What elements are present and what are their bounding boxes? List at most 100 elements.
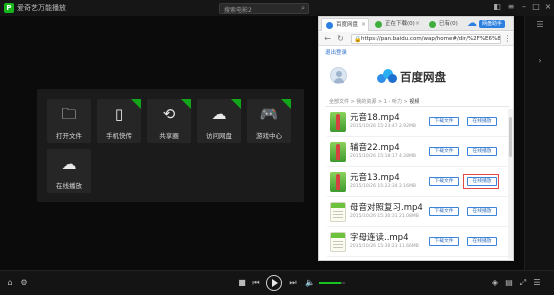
breadcrumb-item[interactable]: 全部文件 [329,99,349,105]
download-button[interactable]: 下载文件 [429,207,459,216]
3d-icon[interactable]: ◈ [490,278,500,288]
tile-phone-transfer[interactable]: ▯ 手机快传 [97,99,141,143]
play-online-button[interactable]: 在线播放 [467,147,497,156]
control-bar: ⌂ ⚙ ■ ⏮ ⏭ 🔈 ◈ ▤ ⤢ ☰ [0,270,554,295]
tile-online-play[interactable]: ☁ 在线播放 [47,149,91,193]
tab-baidu-pan[interactable]: 百度网盘 × [321,18,369,31]
tile-label: 共享圈 [159,132,179,140]
fullscreen-icon[interactable]: ⤢ [518,278,528,288]
file-meta: 2015/10/26 15:23:34 2.16MB [350,184,416,189]
new-badge-icon [131,99,141,109]
side-strip: ☰ › [524,16,554,270]
browser-menu-icon[interactable]: ⋮ [503,34,512,43]
playlist-icon[interactable]: ☰ [533,20,547,30]
side-collapse-icon[interactable]: › [533,56,547,66]
download-button[interactable]: 下载文件 [429,177,459,186]
tile-game-center[interactable]: 🎮 游戏中心 [247,99,291,143]
breadcrumb-item[interactable]: 我的资源 [356,99,376,105]
stop-icon[interactable]: ■ [237,278,247,288]
file-meta: 2015/10/26 15:30:23 11.66MB [350,244,419,249]
tab-label: 已有(0) [439,21,458,27]
tab-label: 正在下载(0) [385,21,415,27]
minimize-icon[interactable]: – [519,2,529,12]
file-name: 母音对照复习.mp4 [350,203,423,213]
tile-label: 游戏中心 [256,132,282,140]
cloud-play-icon: ☁ [61,155,77,173]
skin-icon[interactable]: ◧ [492,2,502,12]
url-text: https://pan.baidu.com/wap/home#/dir/%2F%… [361,36,501,42]
tile-cloud-drive[interactable]: ☁ 访问网盘 [197,99,241,143]
baidu-favicon-icon [326,22,333,29]
file-name: 辅音22.mp4 [350,143,400,153]
highlight-box [463,174,499,189]
volume-icon[interactable]: 🔈 [305,278,315,288]
new-badge-icon [181,99,191,109]
tab-close-icon[interactable]: × [415,18,420,30]
next-icon[interactable]: ⏭ [288,278,298,288]
iqiyi-logo-icon: P [4,3,14,13]
scrollbar[interactable] [508,109,513,259]
file-name: 字母连读..mp4 [350,233,409,243]
download-icon [375,21,382,28]
subtitle-icon[interactable]: ▤ [504,278,514,288]
breadcrumb: 全部文件 > 我的资源 > 1 - 听力 > 视频 [329,99,420,105]
url-field[interactable]: 🔒 https://pan.baidu.com/wap/home#/dir/%2… [351,34,501,44]
play-online-button[interactable]: 在线播放 [467,237,497,246]
tile-open-file[interactable]: 🗀 打开文件 [47,99,91,143]
volume-slider[interactable] [319,282,345,284]
breadcrumb-item[interactable]: 1 - 听力 [384,99,402,105]
list-icon[interactable]: ☰ [532,278,542,288]
file-name: 元音13.mp4 [350,173,400,183]
home-icon[interactable]: ⌂ [5,278,15,288]
new-badge-icon [281,99,291,109]
video-thumbnail [330,112,346,132]
baidu-pan-logo-text: 百度网盘 [400,70,446,84]
file-row[interactable]: 母音对照复习.mp4 2015/10/26 15:30:31 21.08MB 下… [327,199,513,227]
file-name: 元音18.mp4 [350,113,400,123]
tab-downloading[interactable]: 正在下载(0) × [371,18,423,31]
new-badge-icon [231,99,241,109]
file-meta: 2015/10/26 15:18:17 4.28MB [350,154,416,159]
cloud-icon: ☁ [467,18,477,29]
avatar[interactable] [330,67,347,84]
search-icon[interactable]: ⌕ [301,4,305,13]
menu-icon[interactable]: ≡ [506,2,516,12]
file-row[interactable]: 辅音22.mp4 2015/10/26 15:18:17 4.28MB 下载文件… [327,139,513,167]
download-button[interactable]: 下载文件 [429,237,459,246]
browser-popup: 百度网盘 × 正在下载(0) × 已有(0) ☁ 网盘助手 ← ↻ 🔒 http… [318,16,514,261]
download-button[interactable]: 下载文件 [429,117,459,126]
title-menu-chevron-icon[interactable]: ⌄ [58,3,63,10]
tile-label: 打开文件 [56,132,82,140]
search-input[interactable]: 搜索电影2 ⌕ [219,3,309,14]
settings-icon[interactable]: ⚙ [19,278,29,288]
tile-share-circle[interactable]: ⟲ 共享圈 [147,99,191,143]
file-meta: 2015/10/26 15:30:31 21.08MB [350,214,419,219]
logout-link[interactable]: 退出登录 [325,48,347,56]
maximize-icon[interactable]: □ [531,2,541,12]
scrollbar-thumb[interactable] [509,117,512,157]
play-button[interactable] [266,275,282,291]
tab-existing[interactable]: 已有(0) [425,18,465,31]
tab-close-icon[interactable]: × [361,19,366,31]
divider [325,106,509,107]
check-icon [429,21,436,28]
tile-label: 访问网盘 [206,132,232,140]
brand-tag: 网盘助手 [479,20,506,28]
video-thumbnail [330,202,346,222]
back-icon[interactable]: ← [323,34,332,43]
file-row[interactable]: 字母连读..mp4 2015/10/26 15:30:23 11.66MB 下载… [327,229,513,257]
breadcrumb-current: 视频 [409,99,420,105]
address-bar: ← ↻ 🔒 https://pan.baidu.com/wap/home#/di… [319,32,513,46]
folder-icon: 🗀 [61,105,77,123]
video-thumbnail [330,142,346,162]
file-row[interactable]: 元音18.mp4 2015/10/26 15:23:47 2.92MB 下载文件… [327,109,513,137]
play-online-button[interactable]: 在线播放 [467,207,497,216]
download-button[interactable]: 下载文件 [429,147,459,156]
play-online-button[interactable]: 在线播放 [467,117,497,126]
baidu-pan-logo-icon [377,67,397,85]
close-icon[interactable]: × [543,2,553,12]
search-placeholder: 搜索电影2 [224,7,252,14]
refresh-icon[interactable]: ↻ [336,34,345,43]
previous-icon[interactable]: ⏮ [251,278,261,288]
video-thumbnail [330,172,346,192]
